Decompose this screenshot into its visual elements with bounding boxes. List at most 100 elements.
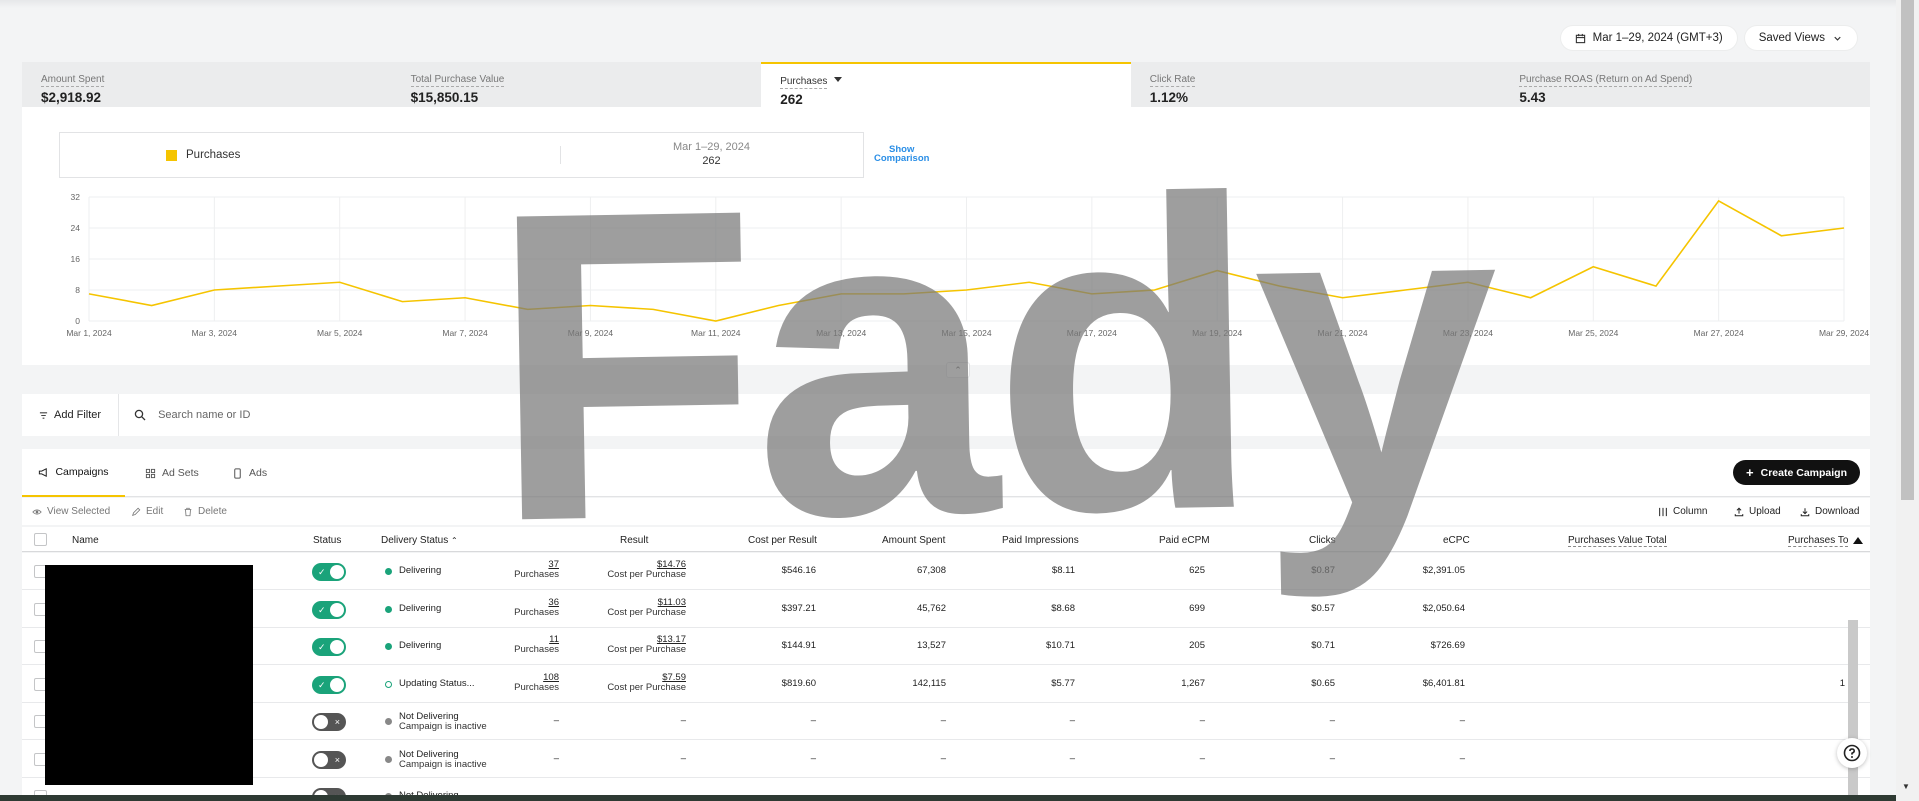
cell-spent: – (811, 753, 816, 764)
tab-ads[interactable]: Ads (232, 449, 267, 497)
delivery-status: Delivering (399, 641, 441, 651)
metric-amount-spent[interactable]: Amount Spent $2,918.92 (22, 62, 392, 107)
col-purchases-value-total[interactable]: Purchases Value Total (1568, 535, 1667, 547)
top-actions: Mar 1–29, 2024 (GMT+3) Saved Views (1560, 26, 1857, 50)
sort-triangle-icon[interactable] (1853, 537, 1863, 544)
cell-result[interactable]: 37 Purchases (514, 560, 559, 580)
table-row[interactable]: ✓ Delivering 37 Purchases $14.76 Cost per Pur… (22, 553, 1870, 590)
x-tick-label: Mar 23, 2024 (1443, 328, 1493, 337)
metric-total-purchase-value[interactable]: Total Purchase Value $15,850.15 (392, 62, 762, 107)
col-ecpc[interactable]: eCPC (1443, 535, 1470, 546)
y-tick-label: 24 (71, 223, 81, 233)
col-name[interactable]: Name (72, 535, 99, 546)
add-filter-label: Add Filter (54, 409, 102, 421)
cell-result[interactable]: 36 Purchases (514, 597, 559, 618)
scroll-down-icon[interactable]: ▼ (1902, 782, 1910, 791)
page-scrollbar-thumb[interactable] (1901, 0, 1914, 500)
col-cost-per-result[interactable]: Cost per Result (748, 535, 817, 546)
table-row[interactable]: × Not Delivering Campaign is inactive – – – – –… (22, 703, 1870, 740)
select-all-checkbox[interactable] (34, 533, 47, 546)
edit-label: Edit (146, 506, 164, 517)
edit-button[interactable]: Edit (131, 506, 163, 517)
cell-value: 1 (1839, 677, 1845, 689)
status-toggle[interactable]: × (312, 788, 346, 795)
tab-label: Ad Sets (162, 467, 199, 479)
col-clicks[interactable]: Clicks (1309, 535, 1336, 546)
delivery-status: Not Delivering Campaign is inactive (399, 712, 487, 732)
col-paid-ecpm[interactable]: Paid eCPM (1159, 535, 1210, 546)
cell-cpr[interactable]: $11.03 Cost per Purchase (607, 596, 686, 618)
x-icon: × (334, 754, 340, 765)
delete-button[interactable]: Delete (183, 506, 227, 517)
cell-value: $10.71 (1045, 640, 1075, 651)
table-row[interactable]: ✓ Updating Status... 108 Purchases $7.59 Cost… (22, 666, 1870, 703)
table-row[interactable]: × Not Delivering Campaign is inactive – – – – –… (22, 741, 1870, 778)
status-toggle[interactable]: ✓ (312, 638, 346, 656)
grid-icon (145, 468, 156, 478)
metric-purchase-roas[interactable]: Purchase ROAS (Return on Ad Spend) 5.43 (1500, 62, 1870, 107)
cell-result[interactable]: 108 Purchases (514, 672, 559, 693)
cell-impr: 45,762 (917, 603, 946, 614)
metric-click-rate[interactable]: Click Rate 1.12% (1131, 62, 1501, 107)
page-scrollbar[interactable]: ▼ (1896, 0, 1919, 801)
search-input[interactable]: Search name or ID (119, 409, 250, 421)
help-button[interactable] (1837, 738, 1867, 768)
cell-value: – (940, 752, 946, 764)
cell-unit: Cost per Purchase (607, 644, 686, 655)
col-result[interactable]: Result (620, 535, 648, 546)
cell-cpr[interactable]: $13.17 Cost per Purchase (607, 635, 686, 655)
upload-label: Upload (1749, 506, 1781, 517)
x-tick-label: Mar 15, 2024 (941, 328, 991, 337)
status-toggle[interactable]: ✓ (312, 600, 346, 619)
bottom-status-strip (0, 795, 1896, 801)
collapse-chart-button[interactable]: ⌃ (946, 362, 970, 378)
cell-value: $726.69 (1430, 640, 1465, 651)
x-tick-label: Mar 11, 2024 (691, 328, 741, 337)
cell-value: – (553, 752, 559, 764)
cell-value: $819.60 (781, 677, 816, 689)
tab-ad-sets[interactable]: Ad Sets (145, 449, 199, 497)
table-row[interactable]: ✓ Delivering 11 Purchases $13.17 Cost per Pur… (22, 628, 1870, 665)
date-range-picker[interactable]: Mar 1–29, 2024 (GMT+3) (1560, 26, 1737, 50)
table-row[interactable]: ×Not Delivering (22, 778, 1870, 795)
metric-purchases[interactable]: Purchases 262 (761, 62, 1131, 107)
cell-value: $0.57 (1311, 602, 1335, 614)
col-paid-impressions[interactable]: Paid Impressions (1002, 535, 1079, 546)
status-toggle[interactable]: ✓ (312, 563, 346, 581)
caret-down-icon[interactable] (834, 77, 843, 83)
delivery-status-dot (385, 680, 392, 688)
filter-bar: Add Filter Search name or ID (22, 394, 1870, 436)
check-icon: ✓ (318, 642, 326, 652)
view-selected-button[interactable]: View Selected (32, 506, 110, 517)
show-comparison-link[interactable]: Show Comparison (874, 145, 929, 164)
cell-cpr[interactable]: $14.76 Cost per Purchase (607, 560, 686, 580)
legend-date: Mar 1–29, 2024 (672, 141, 751, 153)
x-tick-label: Mar 17, 2024 (1067, 328, 1117, 337)
metric-value: 5.43 (1519, 90, 1546, 105)
col-amount-spent[interactable]: Amount Spent (882, 535, 945, 546)
table-scrollbar-thumb[interactable] (1848, 620, 1858, 800)
col-status[interactable]: Status (313, 535, 341, 546)
cell-result[interactable]: 11 Purchases (514, 635, 559, 655)
cell-cpr[interactable]: $7.59 Cost per Purchase (607, 672, 686, 693)
status-toggle[interactable]: × (312, 750, 346, 769)
col-delivery-status[interactable]: Delivery Status ⌃ (381, 535, 458, 546)
download-button[interactable]: Download (1800, 506, 1859, 517)
legend-swatch (166, 149, 177, 161)
delivery-status: Not Delivering Campaign is inactive (399, 749, 487, 770)
status-toggle[interactable]: ✓ (312, 675, 346, 694)
tab-campaigns[interactable]: Campaigns (22, 449, 125, 497)
create-campaign-button[interactable]: + Create Campaign (1733, 460, 1860, 485)
column-button[interactable]: Column (1658, 506, 1707, 517)
col-purchases-to[interactable]: Purchases To (1788, 535, 1849, 547)
saved-views-button[interactable]: Saved Views (1744, 26, 1857, 50)
cell-value: $0.71 (1311, 640, 1335, 651)
status-toggle[interactable]: × (312, 713, 346, 731)
legend-date-summary: Mar 1–29, 2024 262 (560, 140, 863, 168)
legend-item[interactable]: Purchases (166, 149, 240, 161)
cell-value: $11.03 (657, 596, 686, 608)
add-filter-button[interactable]: Add Filter (22, 394, 120, 436)
cell-cpr: – (681, 716, 686, 726)
upload-button[interactable]: Upload (1734, 506, 1781, 517)
table-row[interactable]: ✓ Delivering 36 Purchases $11.03 Cost per Pur… (22, 591, 1870, 628)
